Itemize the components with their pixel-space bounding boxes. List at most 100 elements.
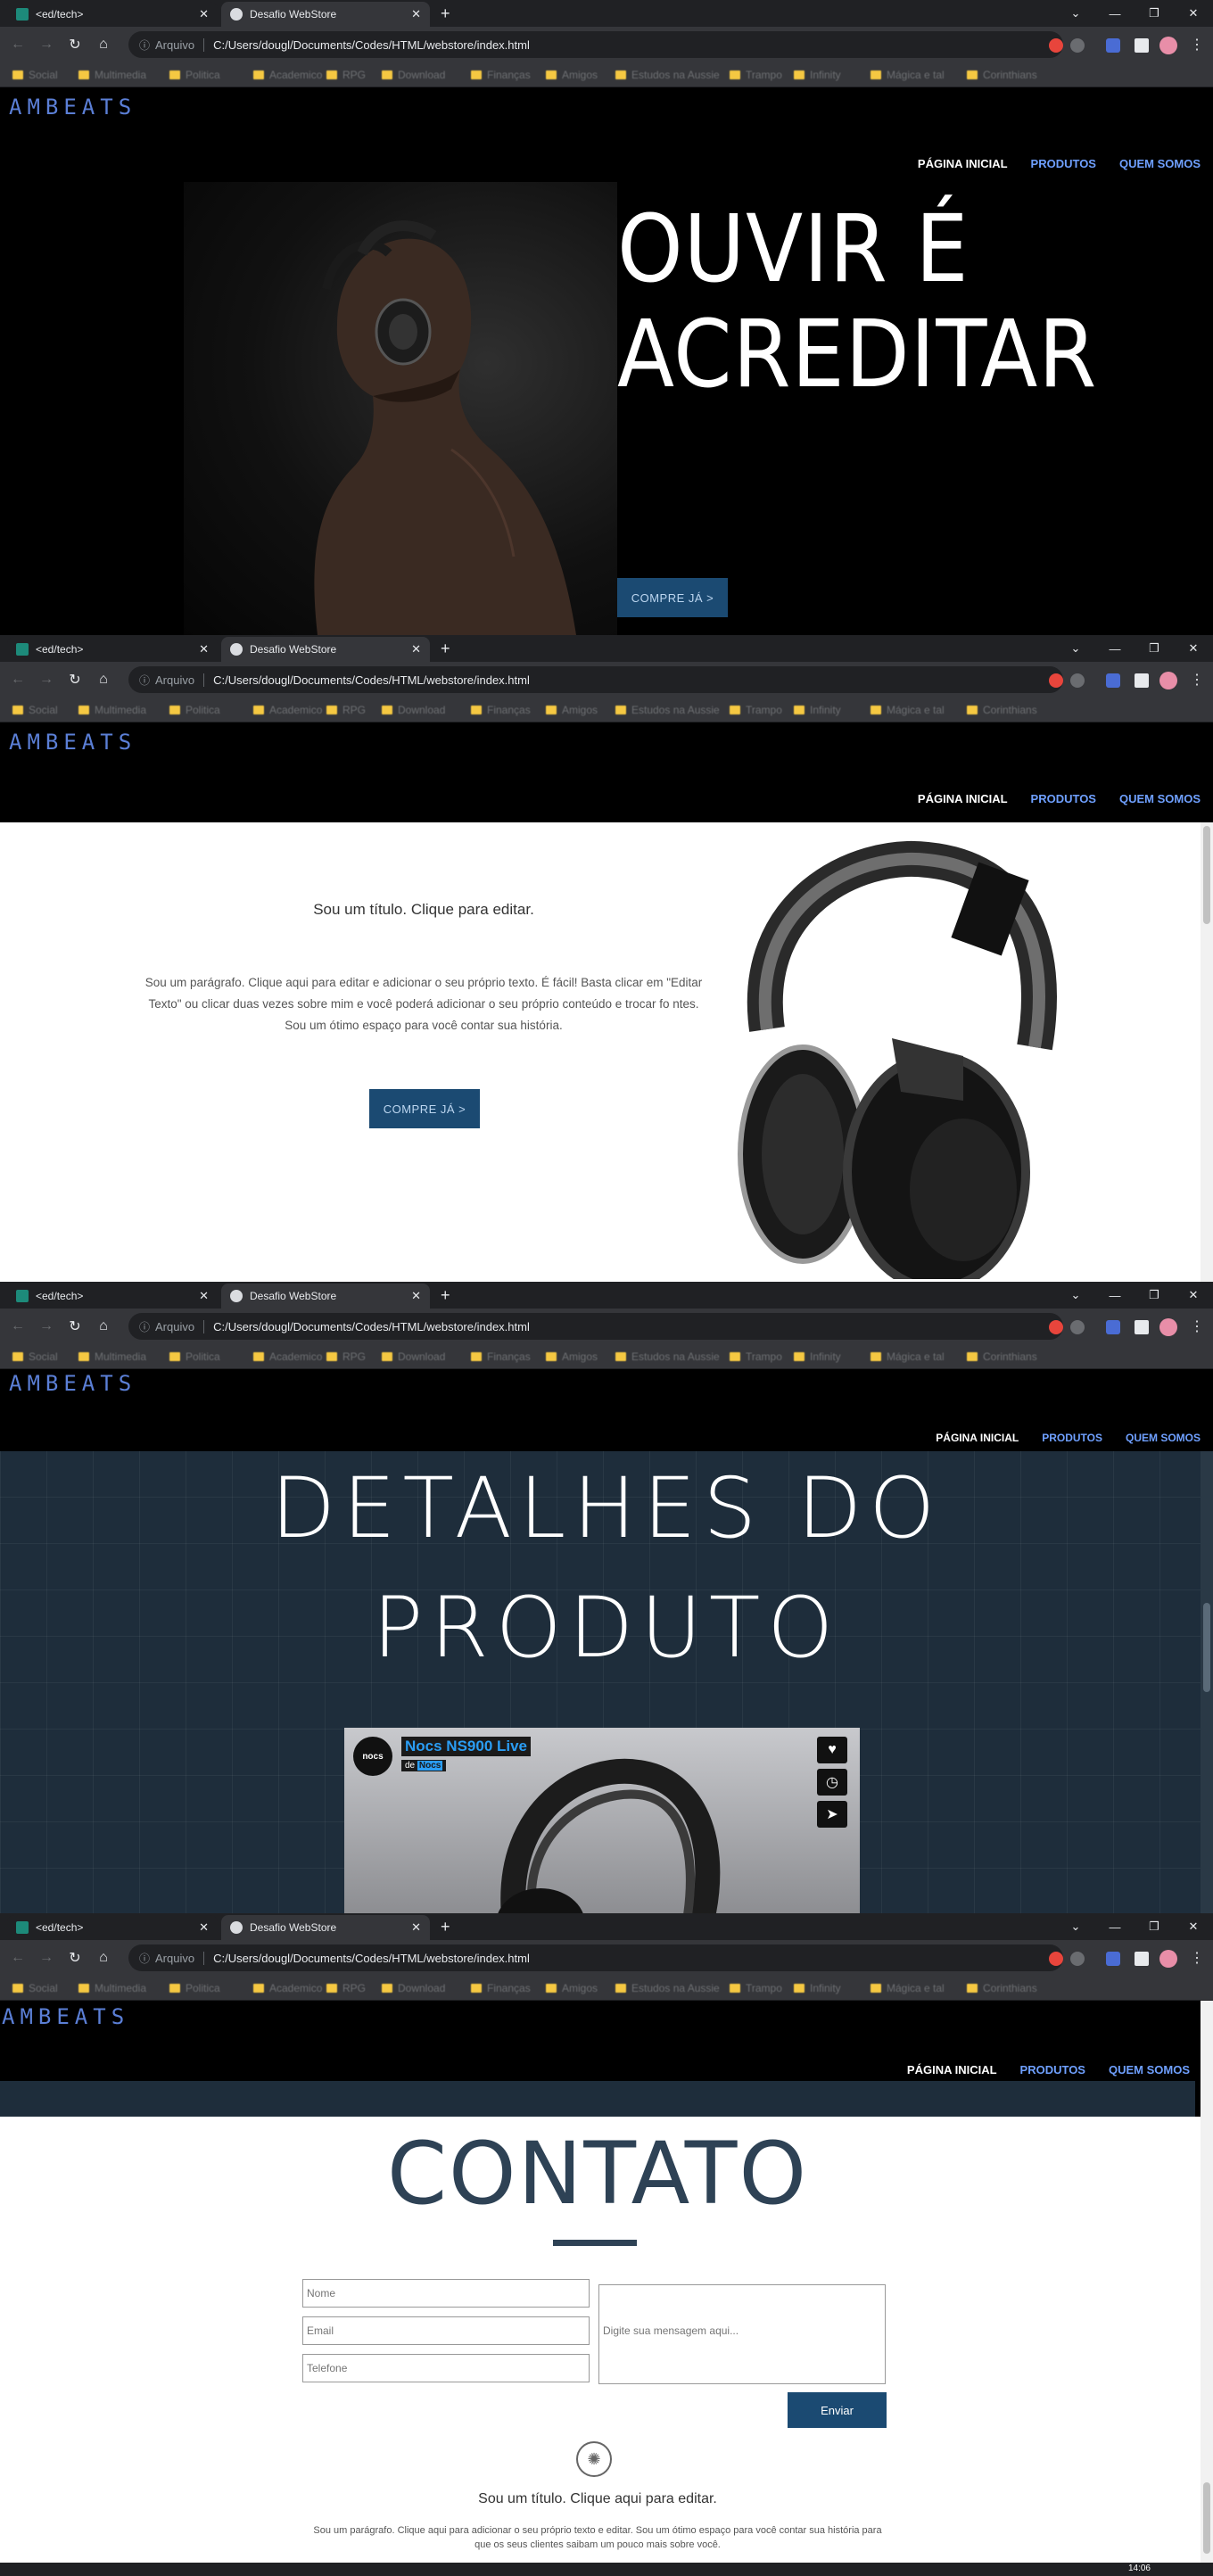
- scrollbar-thumb[interactable]: [1203, 2482, 1210, 2554]
- page-scrollbar[interactable]: [1201, 2001, 1213, 2563]
- back-icon[interactable]: ←: [7, 1947, 29, 1969]
- nav-home[interactable]: PÁGINA INICIAL: [918, 157, 1008, 170]
- restore-icon[interactable]: ❐: [1135, 635, 1174, 662]
- bookmark-item[interactable]: Amigos: [546, 1350, 598, 1363]
- channel-logo[interactable]: nocs: [353, 1737, 392, 1776]
- site-logo[interactable]: AMBEATS: [9, 730, 136, 755]
- email-field[interactable]: [302, 2316, 590, 2345]
- site-logo[interactable]: AMBEATS: [9, 1371, 136, 1396]
- bookmark-item[interactable]: RPG: [326, 69, 366, 81]
- tab-search-icon[interactable]: ⌄: [1056, 1282, 1095, 1309]
- product-video[interactable]: nocs Nocs NS900 Live de Nocs ♥ ◷ ➤: [344, 1728, 860, 1913]
- nav-home[interactable]: PÁGINA INICIAL: [918, 792, 1008, 805]
- channel-name[interactable]: Nocs: [417, 1761, 443, 1771]
- tab-webstore[interactable]: Desafio WebStore ✕: [221, 1284, 430, 1309]
- nav-about[interactable]: QUEM SOMOS: [1119, 157, 1201, 170]
- site-logo[interactable]: AMBEATS: [9, 95, 136, 120]
- address-bar[interactable]: ⓘ Arquivo C:/Users/dougl/Documents/Codes/H…: [128, 1944, 1063, 1971]
- extension-icon[interactable]: [1049, 38, 1063, 53]
- bookmark-item[interactable]: Finanças: [471, 69, 531, 81]
- new-tab-icon[interactable]: +: [441, 1919, 450, 1935]
- nav-products[interactable]: PRODUTOS: [1031, 792, 1096, 805]
- message-field[interactable]: [598, 2284, 886, 2384]
- avatar[interactable]: [1159, 672, 1177, 689]
- extension-icon[interactable]: [1070, 673, 1085, 688]
- puzzle-icon[interactable]: [1135, 673, 1149, 688]
- bookmark-item[interactable]: Infinity: [794, 69, 841, 81]
- close-tab-icon[interactable]: ✕: [199, 7, 209, 21]
- bookmark-item[interactable]: Infinity: [794, 1982, 841, 1994]
- bookmark-item[interactable]: Trampo: [730, 69, 782, 81]
- minimize-icon[interactable]: —: [1095, 1913, 1135, 1940]
- bookmark-item[interactable]: Multimedia: [78, 1350, 146, 1363]
- home-icon[interactable]: ⌂: [93, 34, 114, 55]
- extension-icon[interactable]: [1106, 1320, 1120, 1334]
- back-icon[interactable]: ←: [7, 1316, 29, 1337]
- close-tab-icon[interactable]: ✕: [199, 1920, 209, 1935]
- back-icon[interactable]: ←: [7, 34, 29, 55]
- bookmark-item[interactable]: Social: [12, 704, 58, 716]
- close-window-icon[interactable]: ✕: [1174, 0, 1213, 27]
- forward-icon[interactable]: →: [36, 1947, 57, 1969]
- tab-webstore[interactable]: Desafio WebStore ✕: [221, 637, 430, 662]
- nav-about[interactable]: QUEM SOMOS: [1109, 2063, 1190, 2076]
- reload-icon[interactable]: ↻: [64, 1947, 86, 1969]
- address-bar[interactable]: ⓘ Arquivo C:/Users/dougl/Documents/Codes/H…: [128, 1313, 1063, 1340]
- home-icon[interactable]: ⌂: [93, 1947, 114, 1969]
- buy-now-button[interactable]: COMPRE JÁ >: [369, 1089, 480, 1128]
- extension-icon[interactable]: [1049, 1952, 1063, 1966]
- bookmark-item[interactable]: Estudos na Aussie: [615, 69, 720, 81]
- minimize-icon[interactable]: —: [1095, 0, 1135, 27]
- site-logo[interactable]: AMBEATS: [2, 2004, 129, 2029]
- forward-icon[interactable]: →: [36, 1316, 57, 1337]
- bookmark-item[interactable]: Politica: [169, 1982, 220, 1994]
- bookmark-item[interactable]: Download: [382, 69, 445, 81]
- bookmark-item[interactable]: Mágica e tal: [871, 1350, 945, 1363]
- menu-icon[interactable]: ⋮: [1186, 1316, 1208, 1337]
- extension-icon[interactable]: [1106, 1952, 1120, 1966]
- bookmark-item[interactable]: Estudos na Aussie: [615, 704, 720, 716]
- bookmark-item[interactable]: Politica: [169, 704, 220, 716]
- extension-icon[interactable]: [1049, 1320, 1063, 1334]
- extension-icon[interactable]: [1049, 673, 1063, 688]
- minimize-icon[interactable]: —: [1095, 1282, 1135, 1309]
- close-tab-icon[interactable]: ✕: [411, 1289, 421, 1303]
- minimize-icon[interactable]: —: [1095, 635, 1135, 662]
- puzzle-icon[interactable]: [1135, 38, 1149, 53]
- bookmark-item[interactable]: Download: [382, 1350, 445, 1363]
- menu-icon[interactable]: ⋮: [1186, 34, 1208, 55]
- close-window-icon[interactable]: ✕: [1174, 635, 1213, 662]
- clock-icon[interactable]: ◷: [817, 1769, 847, 1796]
- bookmark-item[interactable]: Social: [12, 1982, 58, 1994]
- share-icon[interactable]: ➤: [817, 1801, 847, 1828]
- menu-icon[interactable]: ⋮: [1186, 1947, 1208, 1969]
- nav-home[interactable]: PÁGINA INICIAL: [907, 2063, 997, 2076]
- reload-icon[interactable]: ↻: [64, 669, 86, 690]
- restore-icon[interactable]: ❐: [1135, 1282, 1174, 1309]
- page-scrollbar[interactable]: [1201, 1451, 1213, 1913]
- video-title[interactable]: Nocs NS900 Live: [401, 1737, 532, 1756]
- bookmark-item[interactable]: Social: [12, 1350, 58, 1363]
- bookmark-item[interactable]: Multimedia: [78, 704, 146, 716]
- tab-search-icon[interactable]: ⌄: [1056, 1913, 1095, 1940]
- address-bar[interactable]: ⓘ Arquivo C:/Users/dougl/Documents/Codes/H…: [128, 666, 1063, 693]
- bookmark-item[interactable]: Trampo: [730, 1350, 782, 1363]
- close-window-icon[interactable]: ✕: [1174, 1913, 1213, 1940]
- nav-products[interactable]: PRODUTOS: [1031, 157, 1096, 170]
- bookmark-item[interactable]: Mágica e tal: [871, 69, 945, 81]
- bookmark-item[interactable]: Academico: [253, 69, 322, 81]
- bookmark-item[interactable]: RPG: [326, 1982, 366, 1994]
- tab-edtech[interactable]: <ed/tech> ✕: [7, 1915, 218, 1940]
- tab-webstore[interactable]: Desafio WebStore ✕: [221, 2, 430, 27]
- forward-icon[interactable]: →: [36, 669, 57, 690]
- puzzle-icon[interactable]: [1135, 1952, 1149, 1966]
- back-icon[interactable]: ←: [7, 669, 29, 690]
- phone-field[interactable]: [302, 2354, 590, 2382]
- home-icon[interactable]: ⌂: [93, 1316, 114, 1337]
- bookmark-item[interactable]: Download: [382, 704, 445, 716]
- bookmark-item[interactable]: Amigos: [546, 1982, 598, 1994]
- avatar[interactable]: [1159, 1950, 1177, 1968]
- name-field[interactable]: [302, 2279, 590, 2308]
- bookmark-item[interactable]: Estudos na Aussie: [615, 1350, 720, 1363]
- nav-products[interactable]: PRODUTOS: [1042, 1432, 1102, 1444]
